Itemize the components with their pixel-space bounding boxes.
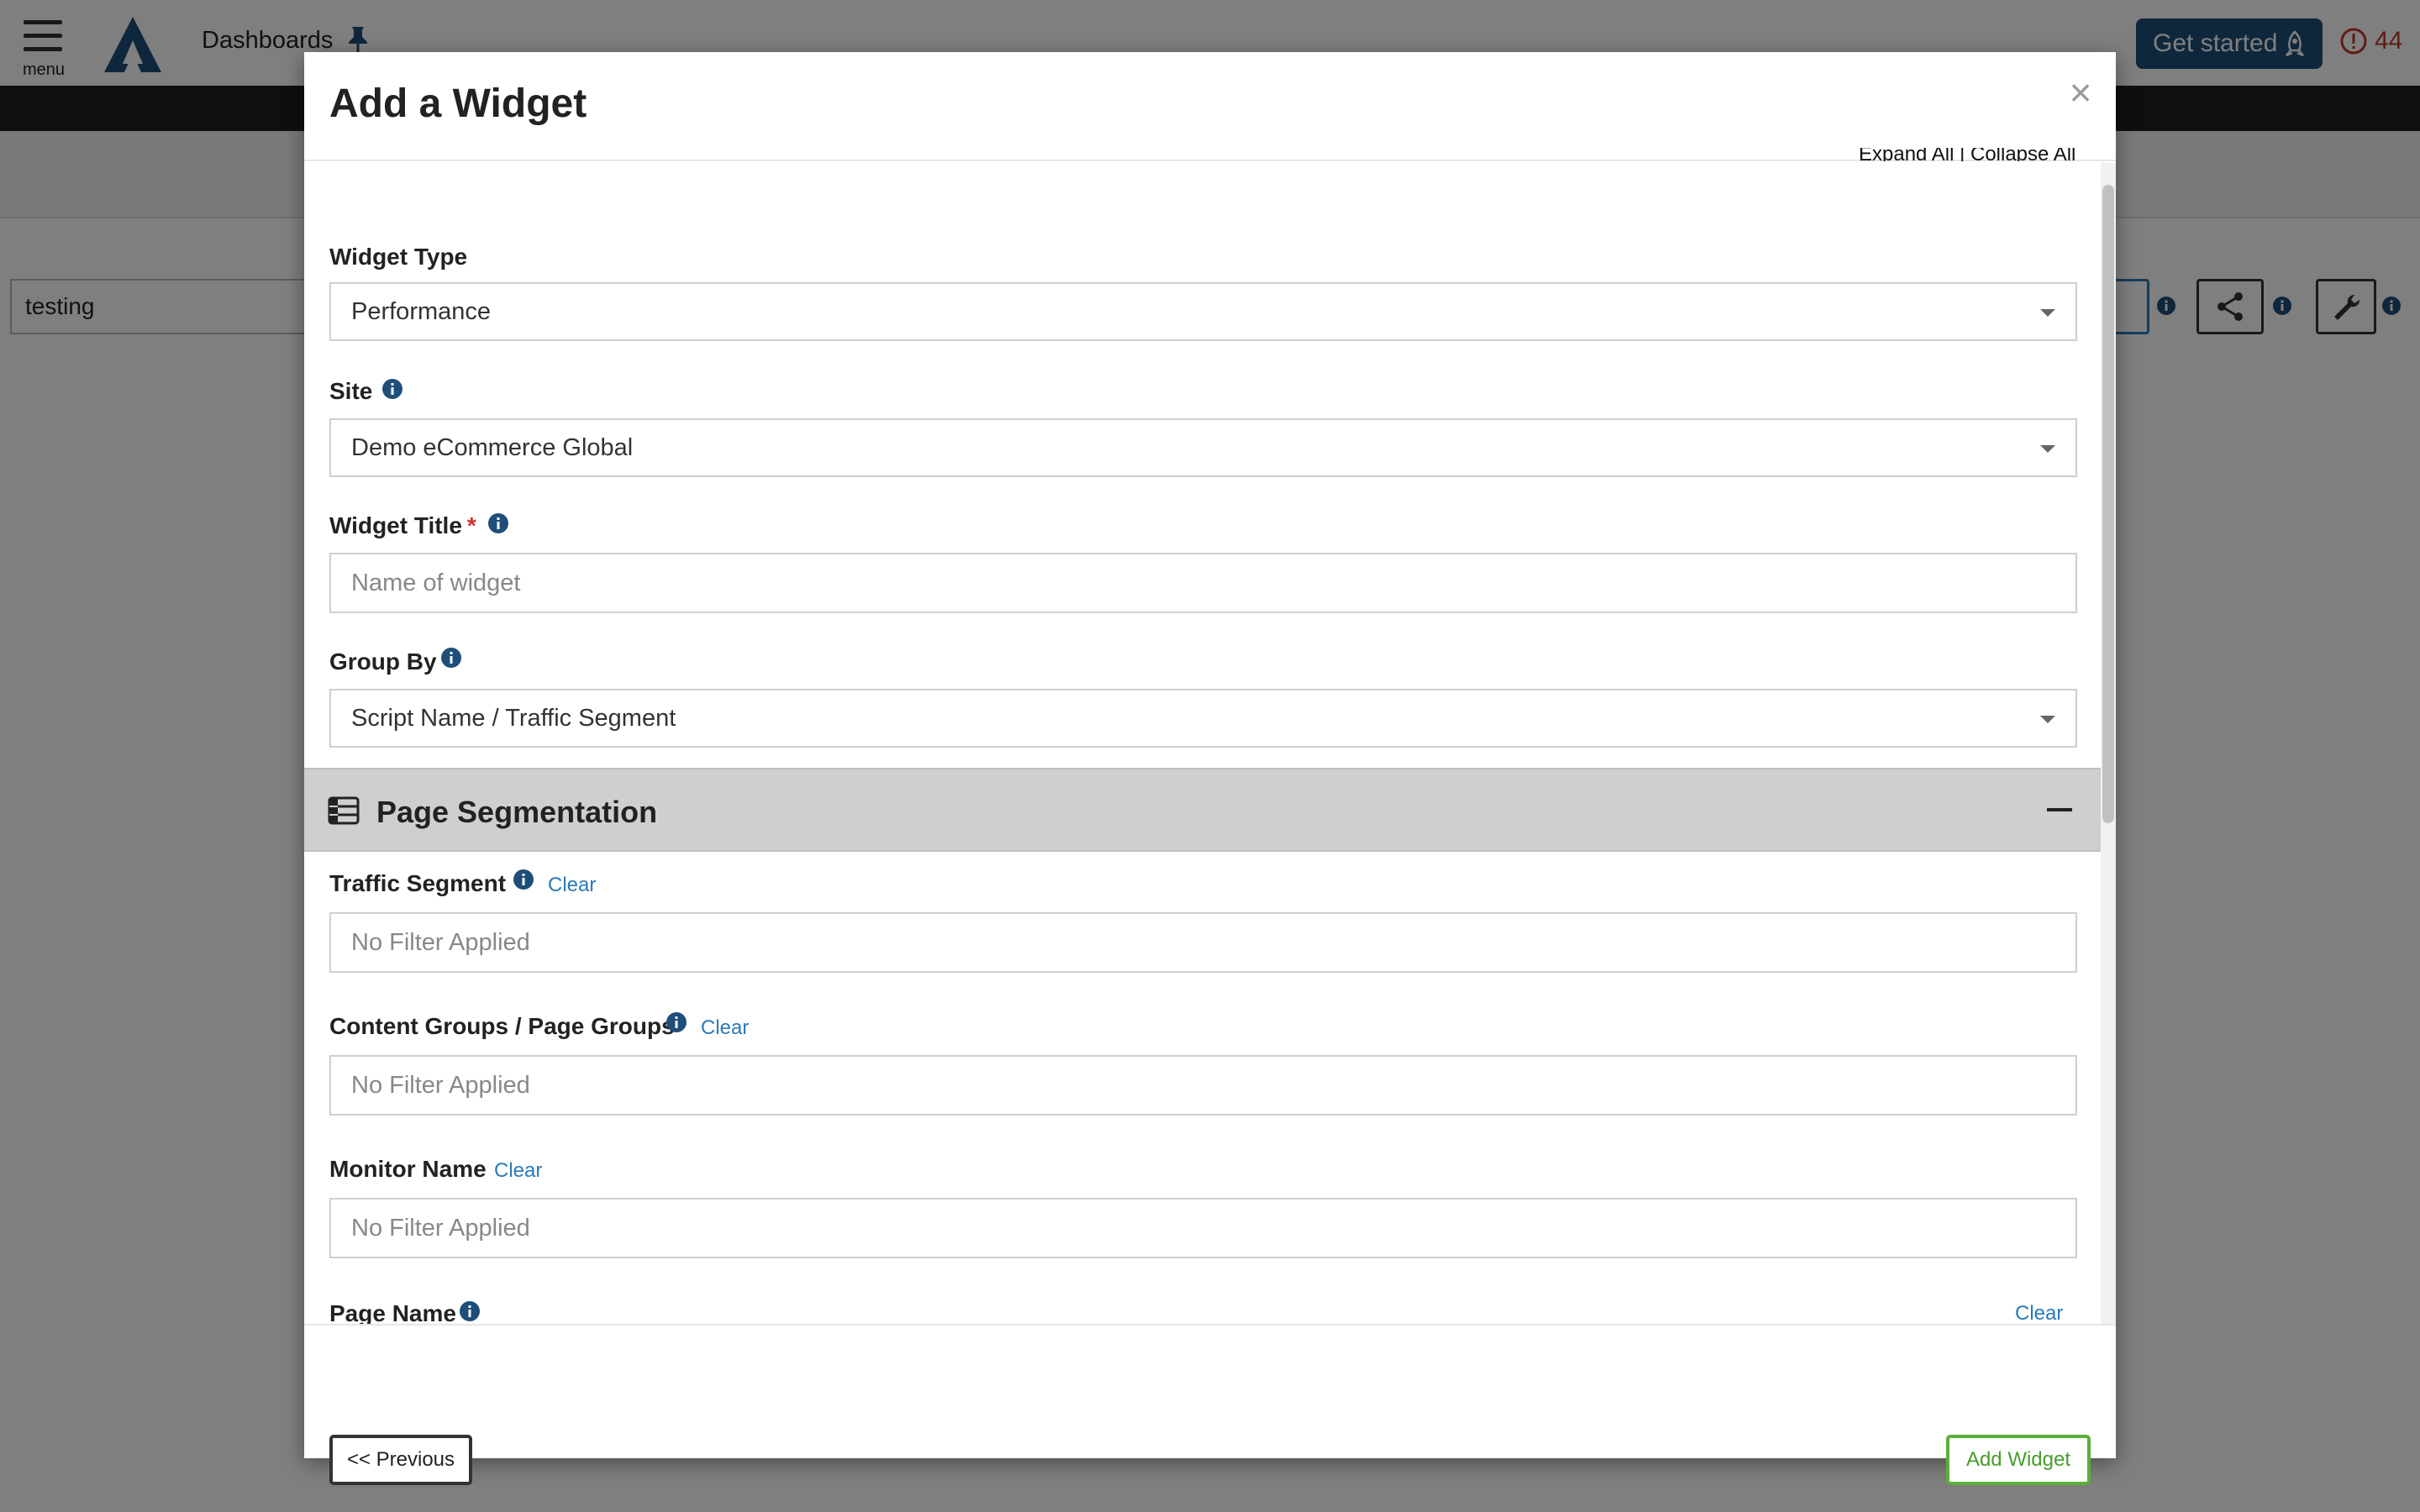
monitor-name-clear-link[interactable]: Clear	[494, 1159, 542, 1183]
content-groups-clear-link[interactable]: Clear	[701, 1016, 749, 1040]
modal-title: Add a Widget	[329, 81, 587, 126]
group-by-select[interactable]: Script Name / Traffic Segment	[329, 689, 2077, 748]
table-icon	[328, 796, 360, 825]
info-icon[interactable]	[487, 512, 509, 534]
caret-down-icon	[2040, 716, 2055, 723]
site-select[interactable]: Demo eCommerce Global	[329, 418, 2077, 477]
monitor-name-input[interactable]: No Filter Applied	[329, 1198, 2077, 1258]
close-icon[interactable]: ×	[2060, 71, 2101, 114]
widget-title-label-text: Widget Title	[329, 512, 462, 538]
page-name-clear-link[interactable]: Clear	[2015, 1302, 2063, 1324]
traffic-segment-clear-link[interactable]: Clear	[548, 874, 596, 897]
previous-button[interactable]: << Previous	[329, 1435, 472, 1485]
scrollbar-thumb[interactable]	[2102, 185, 2114, 823]
page-name-label: Page Name	[329, 1300, 456, 1324]
monitor-name-label: Monitor Name	[329, 1156, 487, 1182]
expand-collapse-links[interactable]: Expand All | Collapse All	[1859, 148, 2077, 161]
widget-title-input[interactable]: Name of widget	[329, 553, 2077, 613]
traffic-segment-input[interactable]: No Filter Applied	[329, 912, 2077, 973]
traffic-segment-label: Traffic Segment	[329, 870, 507, 896]
caret-down-icon	[2040, 309, 2055, 317]
modal-footer: << Previous Add Widget	[304, 1324, 2116, 1485]
site-label: Site	[329, 378, 373, 404]
info-icon[interactable]	[440, 647, 462, 669]
section-title: Page Segmentation	[376, 795, 658, 829]
expand-collapse-label[interactable]: Expand All | Collapse All	[1859, 148, 2075, 161]
group-by-value: Script Name / Traffic Segment	[351, 705, 676, 732]
widget-type-label: Widget Type	[329, 244, 468, 270]
group-by-label: Group By	[329, 648, 437, 675]
modal-header: Add a Widget × Expand All | Collapse All	[304, 52, 2116, 161]
add-widget-button[interactable]: Add Widget	[1946, 1435, 2091, 1485]
content-groups-input[interactable]: No Filter Applied	[329, 1055, 2077, 1116]
site-value: Demo eCommerce Global	[351, 434, 634, 461]
info-icon[interactable]	[381, 378, 403, 400]
widget-type-value: Performance	[351, 298, 492, 325]
widget-title-label: Widget Title *	[329, 512, 476, 539]
widget-type-select[interactable]: Performance	[329, 282, 2077, 341]
page-segmentation-header[interactable]: Page Segmentation	[304, 768, 2101, 852]
caret-down-icon	[2040, 445, 2055, 453]
modal-body: Widget Type Performance Site Demo eComme…	[304, 163, 2116, 1324]
info-icon[interactable]	[459, 1300, 481, 1322]
collapse-icon[interactable]	[2047, 808, 2072, 811]
add-widget-modal: Add a Widget × Expand All | Collapse All…	[304, 52, 2116, 1485]
required-mark: *	[466, 512, 476, 538]
info-icon[interactable]	[513, 869, 534, 890]
content-groups-label: Content Groups / Page Groups	[329, 1013, 675, 1039]
info-icon[interactable]	[666, 1011, 687, 1033]
